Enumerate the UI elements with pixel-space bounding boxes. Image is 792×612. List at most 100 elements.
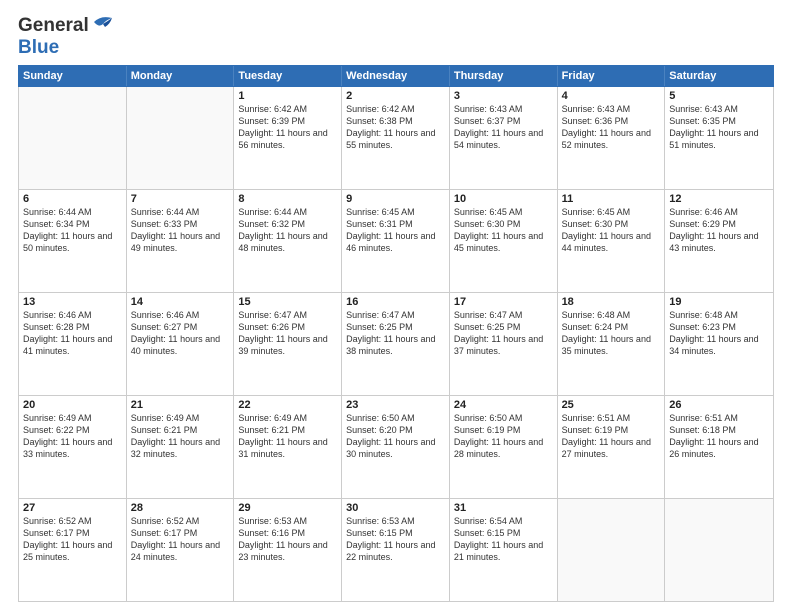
calendar-week-3: 13Sunrise: 6:46 AM Sunset: 6:28 PM Dayli… [19,293,773,396]
cell-info: Sunrise: 6:52 AM Sunset: 6:17 PM Dayligh… [23,515,122,564]
cell-info: Sunrise: 6:50 AM Sunset: 6:20 PM Dayligh… [346,412,445,461]
day-number: 11 [562,193,661,205]
day-number: 2 [346,90,445,102]
cell-info: Sunrise: 6:44 AM Sunset: 6:32 PM Dayligh… [238,206,337,255]
calendar-cell: 21Sunrise: 6:49 AM Sunset: 6:21 PM Dayli… [127,396,235,498]
day-number: 22 [238,399,337,411]
weekday-header-wednesday: Wednesday [342,66,450,86]
cell-info: Sunrise: 6:44 AM Sunset: 6:33 PM Dayligh… [131,206,230,255]
day-number: 25 [562,399,661,411]
day-number: 18 [562,296,661,308]
calendar-cell [127,87,235,189]
logo: General Blue [18,16,113,59]
cell-info: Sunrise: 6:54 AM Sunset: 6:15 PM Dayligh… [454,515,553,564]
calendar-cell: 19Sunrise: 6:48 AM Sunset: 6:23 PM Dayli… [665,293,773,395]
day-number: 10 [454,193,553,205]
calendar-cell: 7Sunrise: 6:44 AM Sunset: 6:33 PM Daylig… [127,190,235,292]
logo-general-label: General [18,16,89,37]
cell-info: Sunrise: 6:53 AM Sunset: 6:16 PM Dayligh… [238,515,337,564]
calendar-cell: 8Sunrise: 6:44 AM Sunset: 6:32 PM Daylig… [234,190,342,292]
day-number: 15 [238,296,337,308]
cell-info: Sunrise: 6:45 AM Sunset: 6:30 PM Dayligh… [562,206,661,255]
calendar-cell: 5Sunrise: 6:43 AM Sunset: 6:35 PM Daylig… [665,87,773,189]
calendar-cell: 6Sunrise: 6:44 AM Sunset: 6:34 PM Daylig… [19,190,127,292]
calendar-cell [19,87,127,189]
calendar-cell: 16Sunrise: 6:47 AM Sunset: 6:25 PM Dayli… [342,293,450,395]
day-number: 31 [454,502,553,514]
day-number: 29 [238,502,337,514]
day-number: 13 [23,296,122,308]
day-number: 1 [238,90,337,102]
logo-bird-icon [91,15,113,31]
day-number: 16 [346,296,445,308]
day-number: 20 [23,399,122,411]
calendar-cell: 12Sunrise: 6:46 AM Sunset: 6:29 PM Dayli… [665,190,773,292]
day-number: 30 [346,502,445,514]
cell-info: Sunrise: 6:49 AM Sunset: 6:21 PM Dayligh… [238,412,337,461]
header: General Blue [18,16,774,59]
calendar-cell: 22Sunrise: 6:49 AM Sunset: 6:21 PM Dayli… [234,396,342,498]
calendar-cell: 30Sunrise: 6:53 AM Sunset: 6:15 PM Dayli… [342,499,450,601]
calendar-cell: 23Sunrise: 6:50 AM Sunset: 6:20 PM Dayli… [342,396,450,498]
day-number: 23 [346,399,445,411]
day-number: 12 [669,193,769,205]
cell-info: Sunrise: 6:45 AM Sunset: 6:31 PM Dayligh… [346,206,445,255]
day-number: 26 [669,399,769,411]
calendar-cell: 25Sunrise: 6:51 AM Sunset: 6:19 PM Dayli… [558,396,666,498]
cell-info: Sunrise: 6:49 AM Sunset: 6:22 PM Dayligh… [23,412,122,461]
day-number: 14 [131,296,230,308]
calendar-header: SundayMondayTuesdayWednesdayThursdayFrid… [18,65,774,87]
calendar-cell: 15Sunrise: 6:47 AM Sunset: 6:26 PM Dayli… [234,293,342,395]
day-number: 8 [238,193,337,205]
cell-info: Sunrise: 6:44 AM Sunset: 6:34 PM Dayligh… [23,206,122,255]
calendar-cell: 29Sunrise: 6:53 AM Sunset: 6:16 PM Dayli… [234,499,342,601]
calendar-week-2: 6Sunrise: 6:44 AM Sunset: 6:34 PM Daylig… [19,190,773,293]
cell-info: Sunrise: 6:43 AM Sunset: 6:35 PM Dayligh… [669,103,769,152]
weekday-header-sunday: Sunday [19,66,127,86]
calendar: SundayMondayTuesdayWednesdayThursdayFrid… [18,65,774,602]
calendar-cell: 26Sunrise: 6:51 AM Sunset: 6:18 PM Dayli… [665,396,773,498]
calendar-cell: 28Sunrise: 6:52 AM Sunset: 6:17 PM Dayli… [127,499,235,601]
weekday-header-monday: Monday [127,66,235,86]
calendar-cell: 27Sunrise: 6:52 AM Sunset: 6:17 PM Dayli… [19,499,127,601]
cell-info: Sunrise: 6:47 AM Sunset: 6:25 PM Dayligh… [346,309,445,358]
cell-info: Sunrise: 6:46 AM Sunset: 6:29 PM Dayligh… [669,206,769,255]
calendar-cell: 10Sunrise: 6:45 AM Sunset: 6:30 PM Dayli… [450,190,558,292]
cell-info: Sunrise: 6:42 AM Sunset: 6:39 PM Dayligh… [238,103,337,152]
calendar-week-1: 1Sunrise: 6:42 AM Sunset: 6:39 PM Daylig… [19,87,773,190]
cell-info: Sunrise: 6:48 AM Sunset: 6:23 PM Dayligh… [669,309,769,358]
cell-info: Sunrise: 6:51 AM Sunset: 6:18 PM Dayligh… [669,412,769,461]
cell-info: Sunrise: 6:47 AM Sunset: 6:26 PM Dayligh… [238,309,337,358]
calendar-week-5: 27Sunrise: 6:52 AM Sunset: 6:17 PM Dayli… [19,499,773,601]
cell-info: Sunrise: 6:47 AM Sunset: 6:25 PM Dayligh… [454,309,553,358]
calendar-cell: 9Sunrise: 6:45 AM Sunset: 6:31 PM Daylig… [342,190,450,292]
calendar-body: 1Sunrise: 6:42 AM Sunset: 6:39 PM Daylig… [18,87,774,602]
cell-info: Sunrise: 6:46 AM Sunset: 6:28 PM Dayligh… [23,309,122,358]
cell-info: Sunrise: 6:48 AM Sunset: 6:24 PM Dayligh… [562,309,661,358]
calendar-cell: 14Sunrise: 6:46 AM Sunset: 6:27 PM Dayli… [127,293,235,395]
day-number: 27 [23,502,122,514]
calendar-cell: 2Sunrise: 6:42 AM Sunset: 6:38 PM Daylig… [342,87,450,189]
weekday-header-saturday: Saturday [665,66,773,86]
calendar-cell: 31Sunrise: 6:54 AM Sunset: 6:15 PM Dayli… [450,499,558,601]
calendar-cell [665,499,773,601]
cell-info: Sunrise: 6:49 AM Sunset: 6:21 PM Dayligh… [131,412,230,461]
weekday-header-friday: Friday [558,66,666,86]
calendar-cell: 18Sunrise: 6:48 AM Sunset: 6:24 PM Dayli… [558,293,666,395]
day-number: 5 [669,90,769,102]
logo-blue-label: Blue [18,38,59,59]
calendar-cell: 17Sunrise: 6:47 AM Sunset: 6:25 PM Dayli… [450,293,558,395]
day-number: 3 [454,90,553,102]
calendar-cell: 24Sunrise: 6:50 AM Sunset: 6:19 PM Dayli… [450,396,558,498]
day-number: 24 [454,399,553,411]
cell-info: Sunrise: 6:43 AM Sunset: 6:37 PM Dayligh… [454,103,553,152]
logo-wrapper: General Blue [18,16,113,59]
cell-info: Sunrise: 6:53 AM Sunset: 6:15 PM Dayligh… [346,515,445,564]
day-number: 4 [562,90,661,102]
calendar-cell: 3Sunrise: 6:43 AM Sunset: 6:37 PM Daylig… [450,87,558,189]
day-number: 28 [131,502,230,514]
cell-info: Sunrise: 6:45 AM Sunset: 6:30 PM Dayligh… [454,206,553,255]
calendar-cell [558,499,666,601]
cell-info: Sunrise: 6:52 AM Sunset: 6:17 PM Dayligh… [131,515,230,564]
day-number: 7 [131,193,230,205]
